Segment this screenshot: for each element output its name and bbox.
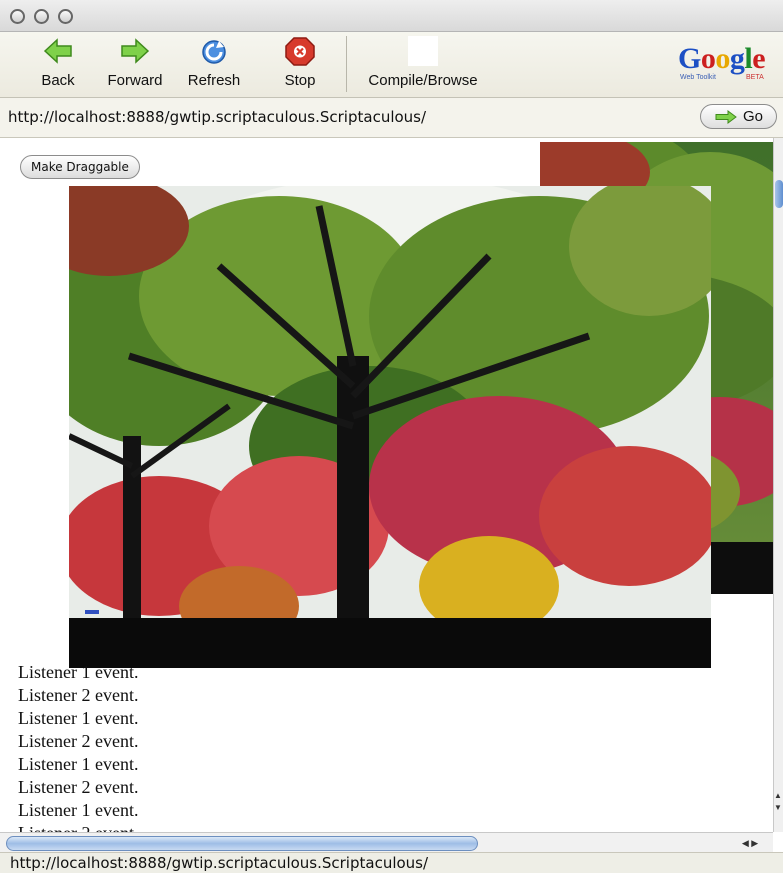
zoom-window-button[interactable]	[58, 9, 73, 24]
log-line: Listener 2 event.	[18, 685, 139, 705]
scroll-right-arrow-icon[interactable]: ▶	[751, 838, 758, 848]
horizontal-scrollbar[interactable]: ◀ ▶	[0, 832, 773, 852]
browser-toolbar: Back Forward Refresh Stop Compile/Browse	[0, 32, 783, 98]
forward-arrow-icon	[121, 38, 150, 64]
google-web-toolkit-logo: Google Web Toolkit BETA	[678, 44, 778, 90]
address-bar: http://localhost:8888/gwtip.scriptaculou…	[0, 98, 783, 138]
forward-label: Forward	[107, 72, 163, 89]
log-line: Listener 1 event.	[18, 662, 139, 682]
logo-beta-badge: BETA	[746, 74, 764, 81]
horizontal-scroll-thumb[interactable]	[6, 836, 478, 851]
vertical-scroll-thumb[interactable]	[775, 180, 783, 208]
go-arrow-icon	[715, 110, 737, 124]
stop-label: Stop	[284, 72, 316, 89]
horizontal-scroll-arrows[interactable]: ◀ ▶	[730, 836, 770, 851]
google-wordmark-letter: g	[729, 42, 745, 75]
compile-icon	[408, 36, 438, 66]
log-line: Listener 2 event.	[18, 822, 518, 832]
status-bar: http://localhost:8888/gwtip.scriptaculou…	[0, 852, 783, 873]
log-line: Listener 1 event.	[18, 800, 139, 820]
compile-label: Compile/Browse	[368, 72, 478, 89]
log-line: Listener 1 event.	[18, 754, 139, 774]
go-button[interactable]: Go	[700, 104, 777, 129]
stop-icon	[285, 37, 315, 66]
page-content: Make Draggable Listener 1 event. Listene…	[0, 138, 773, 832]
autumn-trees-photo-1[interactable]	[69, 186, 711, 668]
url-field[interactable]: http://localhost:8888/gwtip.scriptaculou…	[4, 104, 692, 130]
toolbar-divider	[346, 36, 347, 92]
go-label: Go	[743, 108, 764, 125]
compile-browse-button[interactable]: Compile/Browse	[356, 36, 490, 94]
window-title-bar	[0, 0, 783, 32]
google-wordmark-letter: G	[678, 42, 701, 75]
google-wordmark-letter: o	[700, 42, 716, 75]
back-arrow-icon	[43, 38, 72, 64]
stop-button[interactable]: Stop	[280, 36, 320, 94]
refresh-button[interactable]: Refresh	[183, 36, 245, 94]
minimize-window-button[interactable]	[34, 9, 49, 24]
forward-button[interactable]: Forward	[103, 36, 167, 94]
scroll-left-arrow-icon[interactable]: ◀	[742, 838, 749, 848]
scroll-up-arrow-icon[interactable]: ▲	[773, 790, 783, 802]
scroll-down-arrow-icon[interactable]: ▼	[773, 802, 783, 814]
back-button[interactable]: Back	[38, 36, 78, 94]
log-line: Listener 1 event.	[18, 708, 139, 728]
log-line: Listener 2 event.	[18, 777, 139, 797]
make-draggable-button[interactable]: Make Draggable	[20, 155, 140, 179]
google-wordmark: Google	[678, 44, 778, 74]
vertical-scroll-arrows[interactable]: ▲ ▼	[773, 790, 783, 830]
log-line: Listener 2 event.	[18, 731, 139, 751]
close-window-button[interactable]	[10, 9, 25, 24]
logo-subtitle: Web Toolkit	[680, 74, 716, 81]
refresh-icon	[202, 40, 226, 64]
google-wordmark-letter: o	[715, 42, 730, 75]
back-label: Back	[41, 72, 75, 89]
vertical-scrollbar[interactable]	[773, 138, 783, 832]
google-wordmark-letter: e	[752, 42, 766, 75]
event-log: Listener 1 event. Listener 2 event. List…	[18, 661, 518, 832]
google-wordmark-letter: l	[744, 42, 753, 75]
refresh-label: Refresh	[187, 72, 241, 89]
